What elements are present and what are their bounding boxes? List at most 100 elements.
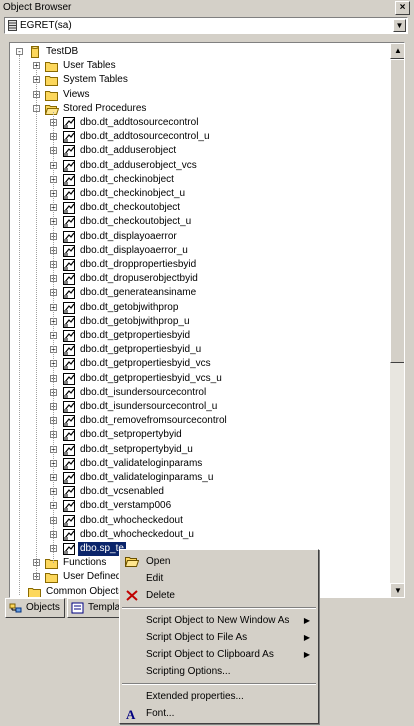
- tree-node-procedure[interactable]: + dbo.dt_dropuserobjectbyid: [10, 272, 388, 286]
- tree-node-procedure[interactable]: + dbo.dt_checkinobject_u: [10, 187, 388, 201]
- menu-item-edit[interactable]: Edit: [122, 570, 316, 587]
- submenu-arrow-icon: ▶: [303, 650, 310, 659]
- menu-item-script-0-label: Script Object to New Window As: [146, 615, 290, 626]
- folder-icon: [45, 571, 59, 584]
- folder-open-icon: [44, 103, 60, 115]
- chevron-down-icon[interactable]: ▼: [393, 19, 406, 32]
- context-menu: Open Edit Delete Script Object to New Windo…: [119, 549, 319, 724]
- tree-node-procedure-label: dbo.dt_adduserobject: [80, 145, 177, 157]
- menu-item-script-1[interactable]: Script Object to File As ▶: [122, 629, 316, 646]
- tree-node-stored-procedures-label: Stored Procedures: [63, 102, 147, 114]
- tree-node-procedure[interactable]: + dbo.dt_adduserobject_vcs: [10, 159, 388, 173]
- tree-node-procedure-label: dbo.dt_checkinobject: [80, 173, 174, 185]
- tree-node-procedure[interactable]: + dbo.dt_getpropertiesbyid: [10, 329, 388, 343]
- tree-node-stored-procedures[interactable]: - Stored Procedures: [10, 102, 388, 116]
- tree-node-procedure[interactable]: + dbo.dt_validateloginparams: [10, 457, 388, 471]
- database-icon: [8, 20, 17, 31]
- submenu-arrow-icon: ▶: [303, 633, 310, 642]
- tree-node-procedure[interactable]: + dbo.dt_validateloginparams_u: [10, 471, 388, 485]
- tree-node-procedure[interactable]: + dbo.dt_adduserobject: [10, 144, 388, 158]
- tree-node-procedure[interactable]: + dbo.dt_whocheckedout_u: [10, 528, 388, 542]
- stored-procedure-icon: [62, 301, 76, 314]
- tree-node-procedure-label: dbo.dt_getpropertiesbyid: [80, 330, 191, 341]
- menu-separator: [122, 607, 316, 609]
- tree-node-procedure-label: dbo.dt_displayoaerror: [80, 230, 177, 242]
- menu-item-delete[interactable]: Delete: [122, 587, 316, 604]
- stored-procedure-icon: [62, 188, 76, 200]
- tree-node-procedure[interactable]: + dbo.dt_checkoutobject_u: [10, 215, 388, 229]
- tree-node-procedure[interactable]: + dbo.dt_displayoaerror: [10, 230, 388, 244]
- collapse-minus-icon[interactable]: -: [16, 48, 23, 56]
- tree-node-procedure[interactable]: + dbo.dt_whocheckedout: [10, 514, 388, 528]
- menu-item-extended-properties[interactable]: Extended properties...: [122, 688, 316, 705]
- scroll-up-button[interactable]: ▲: [390, 43, 404, 59]
- object-tree: - TestDB + User Tables + System Tables + Views -…: [10, 43, 388, 597]
- tab-objects[interactable]: Objects: [5, 598, 65, 618]
- menu-item-script-0[interactable]: Script Object to New Window As ▶: [122, 612, 316, 629]
- connection-selector[interactable]: EGRET(sa) ▼: [4, 17, 408, 34]
- tree-node-procedure[interactable]: + dbo.dt_setpropertybyid: [10, 428, 388, 442]
- tree-node-procedure[interactable]: + dbo.dt_addtosourcecontrol: [10, 116, 388, 130]
- menu-separator: [122, 683, 316, 685]
- menu-item-extended-properties-label: Extended properties...: [146, 691, 244, 702]
- tree-connector-vertical: [36, 66, 37, 578]
- folder-icon: [45, 60, 59, 73]
- tree-node-system-tables[interactable]: + System Tables: [10, 73, 388, 87]
- object-browser-titlebar: Object Browser ×: [0, 0, 414, 16]
- stored-procedure-icon: [62, 259, 76, 271]
- stored-procedure-icon: [62, 287, 76, 300]
- tree-node-procedure[interactable]: + dbo.dt_isundersourcecontrol: [10, 386, 388, 400]
- stored-procedure-icon: [62, 344, 76, 357]
- tab-templates-label: Templat: [88, 602, 124, 613]
- stored-procedure-icon: [62, 415, 76, 428]
- tree-node-procedure[interactable]: + dbo.dt_displayoaerror_u: [10, 244, 388, 258]
- tree-node-procedure[interactable]: + dbo.dt_getobjwithprop: [10, 301, 388, 315]
- tree-node-system-tables-label: System Tables: [63, 74, 128, 86]
- tree-node-procedure[interactable]: + dbo.dt_getpropertiesbyid_vcs_u: [10, 372, 388, 386]
- tree-node-procedure-label: dbo.dt_adduserobject_vcs: [80, 159, 197, 171]
- menu-item-open[interactable]: Open: [122, 553, 316, 570]
- folder-icon: [45, 557, 59, 570]
- tree-node-procedure-label: dbo.dt_verstamp006: [80, 500, 172, 512]
- tree-node-views[interactable]: + Views: [10, 88, 388, 102]
- tree-node-testdb[interactable]: - TestDB: [10, 45, 388, 59]
- tree-node-views-label: Views: [63, 88, 90, 100]
- tree-node-procedure[interactable]: + dbo.dt_droppropertiesbyid: [10, 258, 388, 272]
- scroll-thumb[interactable]: [390, 59, 404, 363]
- tree-vertical-scrollbar[interactable]: ▲ ▼: [390, 43, 404, 597]
- menu-item-script-3[interactable]: Scripting Options...: [122, 663, 316, 680]
- tab-templates[interactable]: Templat: [67, 598, 127, 618]
- tree-node-procedure[interactable]: + dbo.dt_verstamp006: [10, 499, 388, 513]
- stored-procedure-icon: [62, 202, 76, 215]
- tree-node-procedure[interactable]: + dbo.dt_getobjwithprop_u: [10, 315, 388, 329]
- tree-node-procedure-label: dbo.dt_removefromsourcecontrol: [80, 415, 227, 427]
- object-tree-panel: - TestDB + User Tables + System Tables + Views -…: [9, 42, 405, 598]
- templates-tab-icon: [71, 602, 84, 614]
- tree-node-functions-label: Functions: [63, 557, 107, 569]
- stored-procedure-icon: [62, 514, 76, 527]
- connection-value: EGRET(sa): [20, 20, 72, 31]
- tree-node-user-defined-label: User Defined: [63, 571, 122, 583]
- stored-procedure-icon: [62, 230, 76, 243]
- tree-node-procedure[interactable]: + dbo.dt_setpropertybyid_u: [10, 443, 388, 457]
- tree-node-procedure[interactable]: + dbo.dt_checkinobject: [10, 173, 388, 187]
- tree-node-procedure[interactable]: + dbo.dt_generateansiname: [10, 286, 388, 300]
- stored-procedure-icon: [62, 273, 76, 286]
- menu-item-font[interactable]: A Font...: [122, 705, 316, 722]
- tree-node-procedure[interactable]: + dbo.dt_vcsenabled: [10, 485, 388, 499]
- scroll-down-button[interactable]: ▼: [390, 583, 404, 597]
- tree-node-procedure[interactable]: + dbo.dt_checkoutobject: [10, 201, 388, 215]
- tree-node-procedure[interactable]: + dbo.dt_addtosourcecontrol_u: [10, 130, 388, 144]
- menu-item-script-2[interactable]: Script Object to Clipboard As ▶: [122, 646, 316, 663]
- tree-node-procedure[interactable]: + dbo.dt_getpropertiesbyid_vcs: [10, 357, 388, 371]
- tree-node-procedure[interactable]: + dbo.dt_getpropertiesbyid_u: [10, 343, 388, 357]
- tab-objects-label: Objects: [26, 602, 60, 613]
- tree-node-procedure-label: dbo.dt_addtosourcecontrol: [80, 117, 199, 128]
- tree-node-procedure-label: dbo.dt_isundersourcecontrol_u: [80, 401, 218, 412]
- tree-node-procedure[interactable]: + dbo.dt_isundersourcecontrol_u: [10, 400, 388, 414]
- close-button[interactable]: ×: [395, 1, 410, 15]
- objects-tab-icon: [9, 603, 22, 613]
- tree-node-user-tables[interactable]: + User Tables: [10, 59, 388, 73]
- tree-node-procedure[interactable]: + dbo.dt_removefromsourcecontrol: [10, 414, 388, 428]
- tree-node-procedure-label: dbo.dt_setpropertybyid_u: [80, 443, 193, 455]
